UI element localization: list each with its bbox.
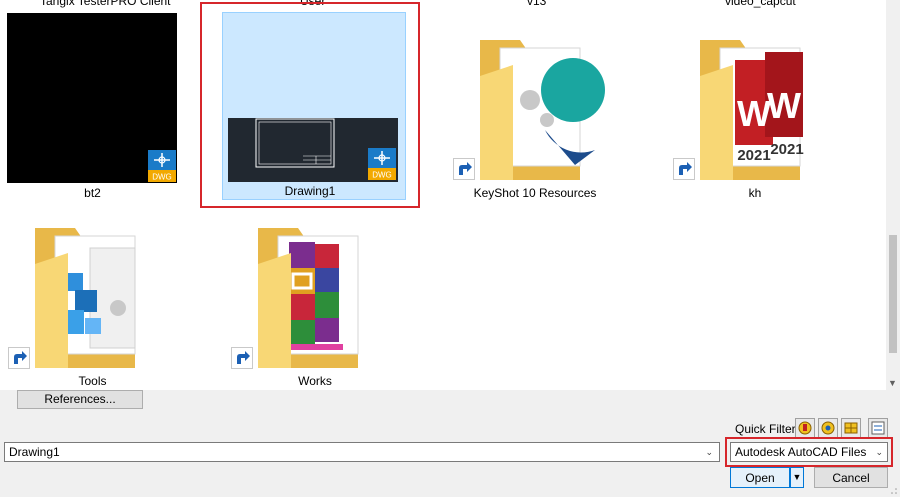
file-browser[interactable]: Tangix TesterPRO Client User v13 video_c… xyxy=(0,0,886,390)
version-year-b: 2021 xyxy=(770,141,803,158)
solidworks-logo-a: W xyxy=(737,93,771,134)
dwg-file-icon: DWG xyxy=(148,150,176,182)
filetype-highlight-box xyxy=(725,437,893,467)
folder-icon xyxy=(258,228,359,368)
shortcut-arrow-icon xyxy=(231,347,253,369)
file-item-keyshot-10-resources[interactable]: KeyShot 10 Resources xyxy=(445,20,625,200)
quick-filter-1-button[interactable] xyxy=(795,418,815,438)
open-dropdown-button[interactable]: ▼ xyxy=(790,467,804,488)
cancel-button[interactable]: Cancel xyxy=(814,467,888,488)
quick-filter-label: Quick Filter: xyxy=(735,422,800,436)
caret-down-icon: ▼ xyxy=(792,472,802,482)
item-label: KeyShot 10 Resources xyxy=(473,186,597,200)
dwg-file-icon: DWG xyxy=(368,148,396,180)
item-label-top-3: v13 xyxy=(527,0,547,8)
file-item-drawing1[interactable]: DWG Drawing1 xyxy=(200,0,420,210)
references-button[interactable]: References... xyxy=(17,390,143,409)
version-year-a: 2021 xyxy=(737,147,770,164)
item-label-top-4: video_capcut xyxy=(725,0,796,8)
file-item-works[interactable]: Works xyxy=(225,210,405,390)
shortcut-arrow-icon xyxy=(673,158,695,180)
quick-filter-4-button[interactable] xyxy=(868,418,888,438)
dwg-badge-text: DWG xyxy=(152,173,172,182)
file-item-kh[interactable]: W W 2021 2021 kh xyxy=(665,20,845,200)
resize-grip-icon[interactable] xyxy=(890,487,898,495)
shortcut-arrow-icon xyxy=(8,347,30,369)
item-label-top-1: Tangix TesterPRO Client xyxy=(40,0,171,8)
item-label: kh xyxy=(748,186,762,200)
vertical-scrollbar[interactable]: ▼ xyxy=(886,0,900,390)
open-button[interactable]: Open xyxy=(730,467,790,488)
item-label: Drawing1 xyxy=(284,184,336,198)
filter-part-icon xyxy=(821,421,835,435)
filename-value: Drawing1 xyxy=(9,445,60,459)
quick-filter-2-button[interactable] xyxy=(818,418,838,438)
shortcut-arrow-icon xyxy=(453,158,475,180)
filter-drawing-icon xyxy=(871,421,885,435)
item-label: Tools xyxy=(78,374,107,388)
dwg-badge-text: DWG xyxy=(372,171,392,180)
filter-hand-icon xyxy=(798,421,812,435)
chevron-down-icon[interactable]: ⌄ xyxy=(705,443,713,461)
filter-assembly-icon xyxy=(844,422,858,434)
file-item-bt2[interactable]: DWG bt2 xyxy=(0,10,185,200)
folder-icon xyxy=(480,40,605,180)
solidworks-logo-b: W xyxy=(767,85,801,126)
item-label: Works xyxy=(298,374,332,388)
quick-filter-3-button[interactable] xyxy=(841,418,861,438)
filename-input[interactable]: Drawing1 ⌄ xyxy=(4,442,720,462)
folder-icon: W W 2021 2021 xyxy=(700,40,804,180)
folder-icon xyxy=(35,228,136,368)
scrollbar-thumb[interactable] xyxy=(889,235,897,353)
item-label: bt2 xyxy=(84,186,101,200)
scroll-down-arrow-icon[interactable]: ▼ xyxy=(888,378,897,388)
file-item-tools[interactable]: Tools xyxy=(0,210,185,390)
